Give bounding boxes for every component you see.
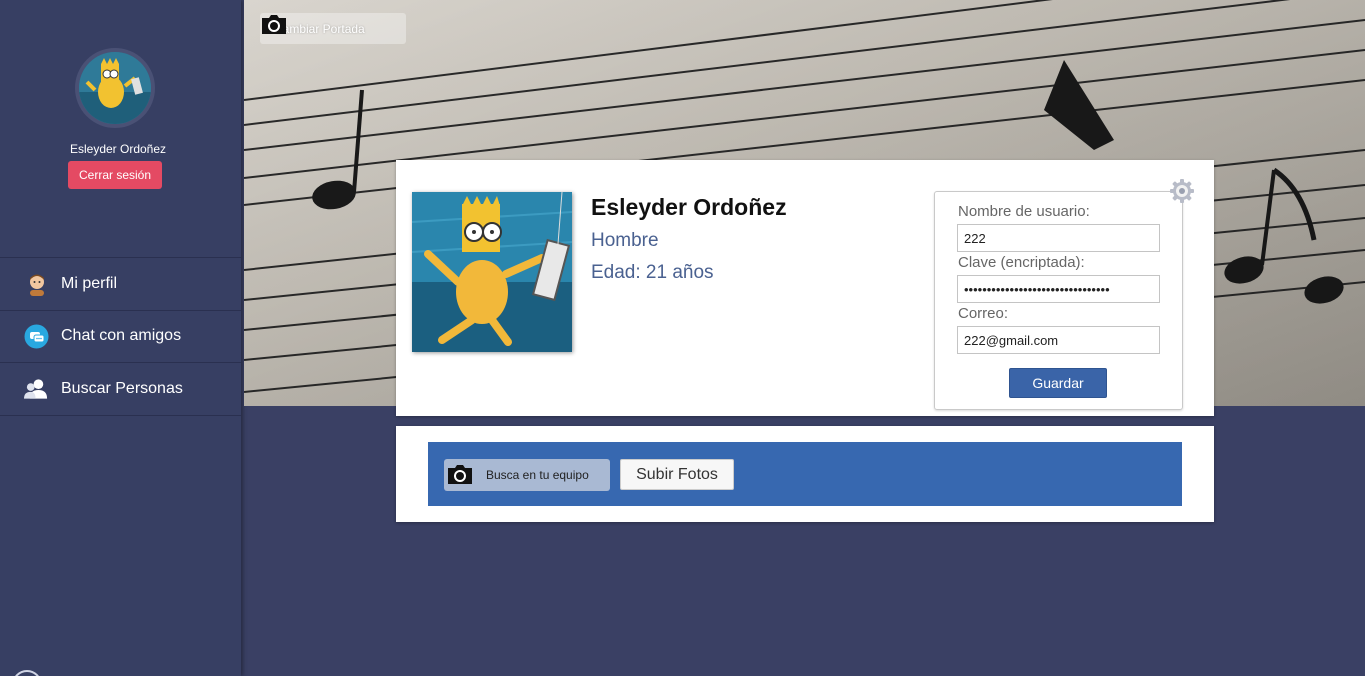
sidebar-item-label: Buscar Personas <box>61 379 183 397</box>
scroll-indicator <box>12 670 42 676</box>
sidebar-user-name: Esleyder Ordoñez <box>69 142 167 156</box>
profile-picture[interactable] <box>412 192 572 352</box>
change-cover-button[interactable]: Cambiar Portada <box>260 13 406 44</box>
username-field[interactable] <box>957 224 1160 252</box>
user-face-icon <box>24 271 49 296</box>
browse-label: Busca en tu equipo <box>486 468 589 482</box>
sidebar: Esleyder Ordoñez Cerrar sesión Mi perfil <box>0 0 241 676</box>
profile-age: Edad: 21 años <box>591 262 714 283</box>
password-field[interactable] <box>957 275 1160 303</box>
profile-name: Esleyder Ordoñez <box>591 194 787 220</box>
profile-image <box>412 192 572 352</box>
sidebar-item-buscar-personas[interactable]: Buscar Personas <box>0 363 241 416</box>
profile-card: Esleyder Ordoñez Hombre Edad: 21 años No… <box>396 160 1214 416</box>
avatar[interactable] <box>75 48 155 128</box>
upload-photos-button[interactable]: Subir Fotos <box>620 459 734 490</box>
gear-icon[interactable] <box>1169 178 1195 204</box>
avatar-image <box>79 52 151 124</box>
email-label: Correo: <box>958 305 1009 322</box>
browse-files-button[interactable]: Busca en tu equipo <box>444 459 610 491</box>
upload-card: Busca en tu equipo Subir Fotos <box>396 426 1214 522</box>
logout-button[interactable]: Cerrar sesión <box>68 161 162 189</box>
sidebar-item-mi-perfil[interactable]: Mi perfil <box>0 258 241 311</box>
profile-gender: Hombre <box>591 230 659 251</box>
username-label: Nombre de usuario: <box>958 203 1090 220</box>
upload-bar: Busca en tu equipo Subir Fotos <box>428 442 1182 506</box>
sidebar-nav: Mi perfil Chat con amigos Buscar Persona… <box>0 257 241 416</box>
account-settings-form: Nombre de usuario: Clave (encriptada): C… <box>934 191 1183 410</box>
email-field[interactable] <box>957 326 1160 354</box>
password-label: Clave (encriptada): <box>958 254 1085 271</box>
sidebar-item-label: Chat con amigos <box>61 327 182 345</box>
people-search-icon <box>24 376 49 401</box>
sidebar-item-chat[interactable]: Chat con amigos <box>0 311 241 363</box>
save-button[interactable]: Guardar <box>1009 368 1107 398</box>
sidebar-item-label: Mi perfil <box>61 274 118 292</box>
camera-icon <box>446 463 474 488</box>
chat-bubble-icon <box>24 324 49 349</box>
